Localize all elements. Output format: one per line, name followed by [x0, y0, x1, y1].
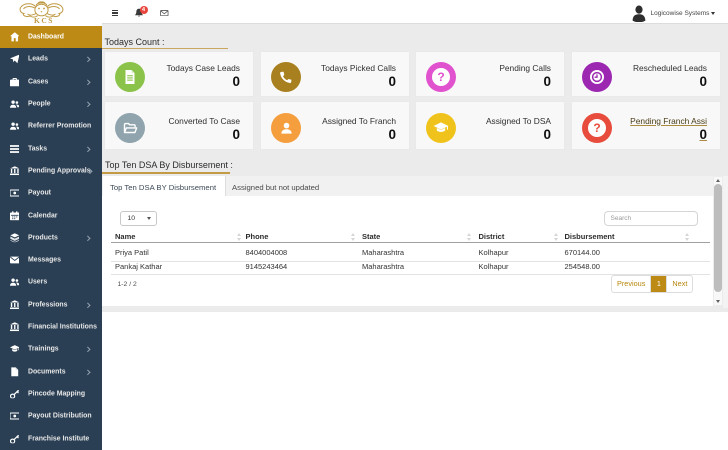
svg-text:KCS: KCS: [34, 16, 54, 24]
